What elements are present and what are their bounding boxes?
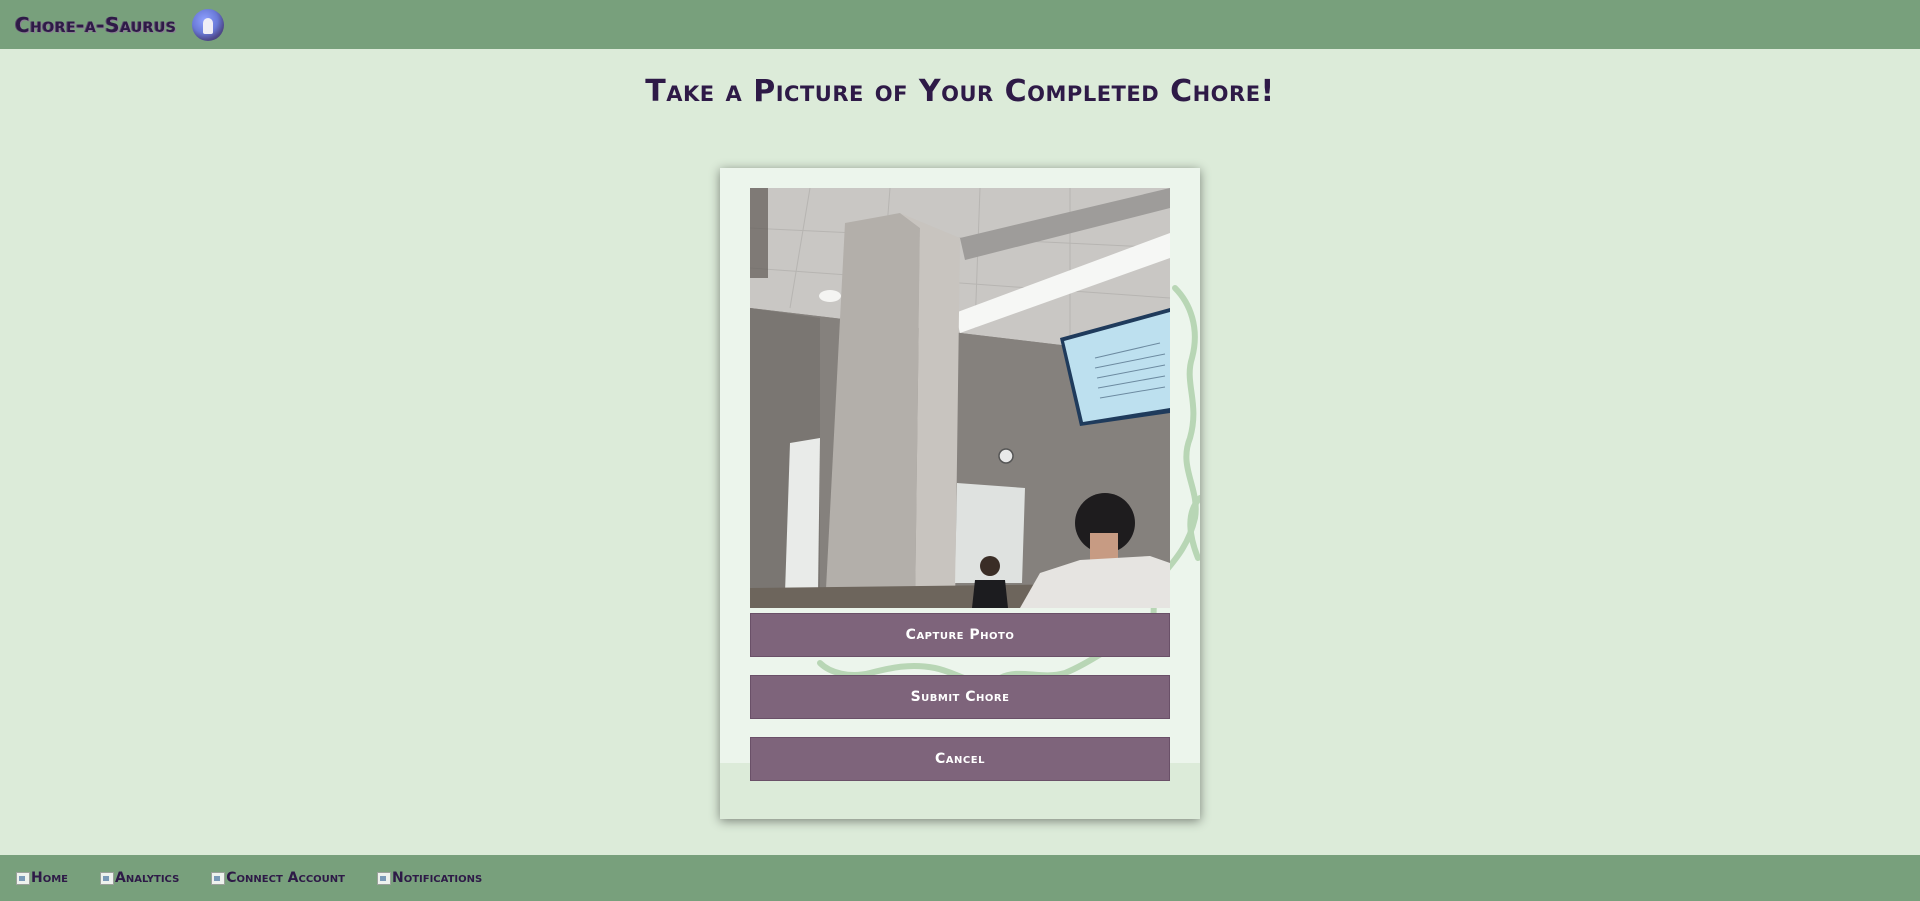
- capture-photo-button[interactable]: Capture Photo: [750, 613, 1170, 657]
- dinosaur-logo-icon[interactable]: [192, 8, 225, 41]
- nav-item-notifications[interactable]: Notifications: [376, 870, 483, 886]
- submit-chore-button[interactable]: Submit Chore: [750, 675, 1170, 719]
- nav-item-connect-account[interactable]: Connect Account: [211, 870, 345, 886]
- nav-item-label: Notifications: [391, 870, 483, 886]
- bottom-nav-bar: Home Analytics Connect Account Notificat…: [0, 855, 1920, 901]
- camera-preview-scene: [750, 188, 1170, 608]
- app-logo-text[interactable]: Chore-a-Saurus: [15, 13, 176, 37]
- top-nav-bar: Chore-a-Saurus: [0, 0, 1920, 49]
- nav-item-label: Analytics: [115, 870, 180, 886]
- home-icon: [16, 871, 30, 885]
- page-title: Take a Picture of Your Completed Chore!: [645, 74, 1275, 109]
- analytics-icon: [100, 871, 114, 885]
- camera-card: Capture Photo Submit Chore Cancel: [720, 168, 1200, 819]
- notifications-icon: [376, 871, 391, 885]
- nav-item-analytics[interactable]: Analytics: [100, 870, 179, 886]
- nav-item-home[interactable]: Home: [16, 870, 68, 886]
- camera-preview-image: [750, 188, 1170, 608]
- connect-account-icon: [211, 871, 226, 885]
- nav-item-label: Home: [31, 870, 68, 886]
- nav-item-label: Connect Account: [226, 870, 345, 886]
- cancel-button[interactable]: Cancel: [750, 737, 1170, 781]
